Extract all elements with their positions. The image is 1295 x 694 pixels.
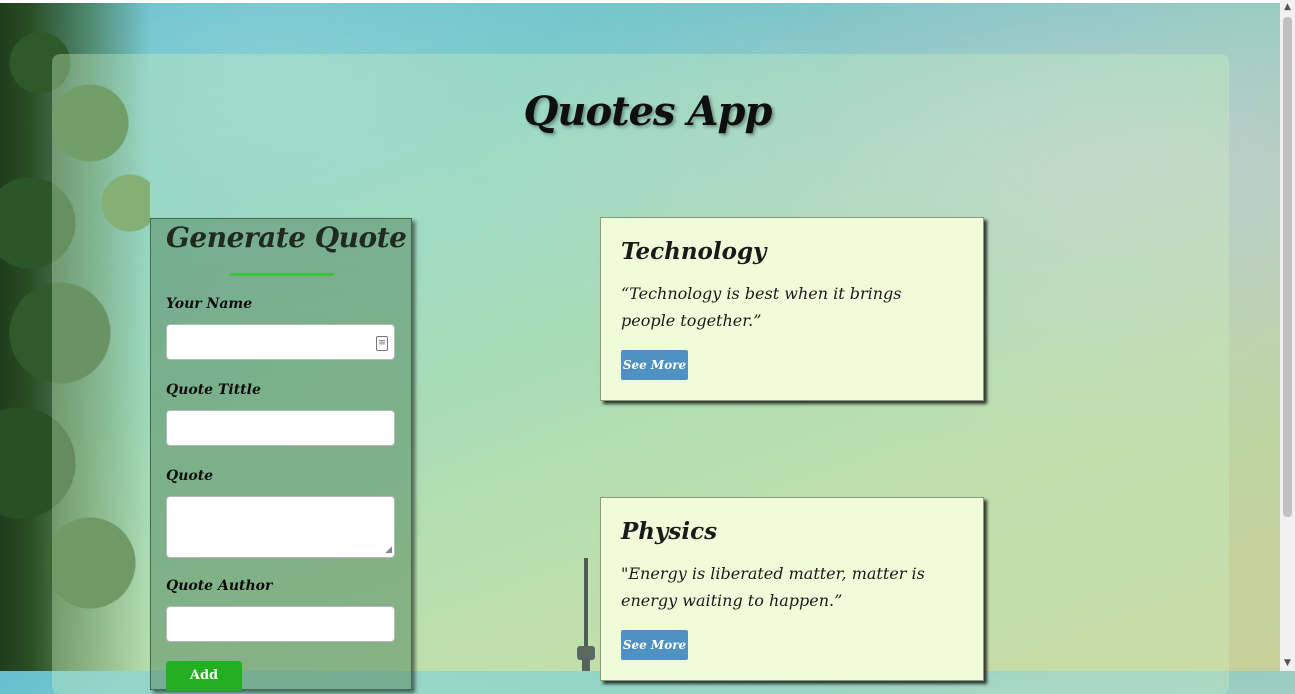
- quote-card-text: “Technology is best when it brings peopl…: [621, 284, 902, 330]
- see-more-button[interactable]: See More: [621, 350, 688, 380]
- background-tower: [575, 558, 597, 671]
- quote-card-physics: Physics "Energy is liberated matter, mat…: [600, 497, 984, 681]
- quote-title-input[interactable]: [166, 410, 395, 446]
- textarea-resize-icon[interactable]: ◢: [385, 546, 392, 555]
- add-quote-button[interactable]: Add: [166, 661, 242, 691]
- quote-author-label: Quote Author: [166, 578, 273, 594]
- quote-textarea[interactable]: ◢: [166, 496, 395, 558]
- quote-card-technology: Technology “Technology is best when it b…: [600, 217, 984, 401]
- quote-label: Quote: [166, 468, 214, 484]
- vertical-scrollbar[interactable]: ▲ ▼: [1280, 0, 1295, 671]
- your-name-label: Your Name: [166, 296, 253, 312]
- tower-base: [582, 658, 590, 671]
- your-name-input[interactable]: ≡: [166, 324, 395, 360]
- quote-title-label: Quote Tittle: [166, 382, 261, 398]
- browser-top-border: [0, 0, 1280, 3]
- form-title: Generate Quote: [166, 221, 407, 254]
- quote-author-input[interactable]: [166, 606, 395, 642]
- generate-quote-form: Generate Quote Your Name ≡ Quote Tittle …: [150, 218, 412, 691]
- scroll-down-arrow-icon[interactable]: ▼: [1280, 656, 1295, 671]
- quote-card-title: Physics: [621, 518, 718, 545]
- tower-spire: [584, 558, 588, 648]
- scroll-up-arrow-icon[interactable]: ▲: [1280, 0, 1295, 15]
- contact-card-icon[interactable]: ≡: [376, 336, 388, 351]
- quote-card-title: Technology: [621, 238, 767, 265]
- scrollbar-thumb[interactable]: [1283, 17, 1292, 517]
- app-title: Quotes App: [523, 88, 773, 135]
- title-underline: [230, 273, 334, 276]
- quote-card-text: "Energy is liberated matter, matter is e…: [621, 564, 925, 610]
- see-more-button[interactable]: See More: [621, 630, 688, 660]
